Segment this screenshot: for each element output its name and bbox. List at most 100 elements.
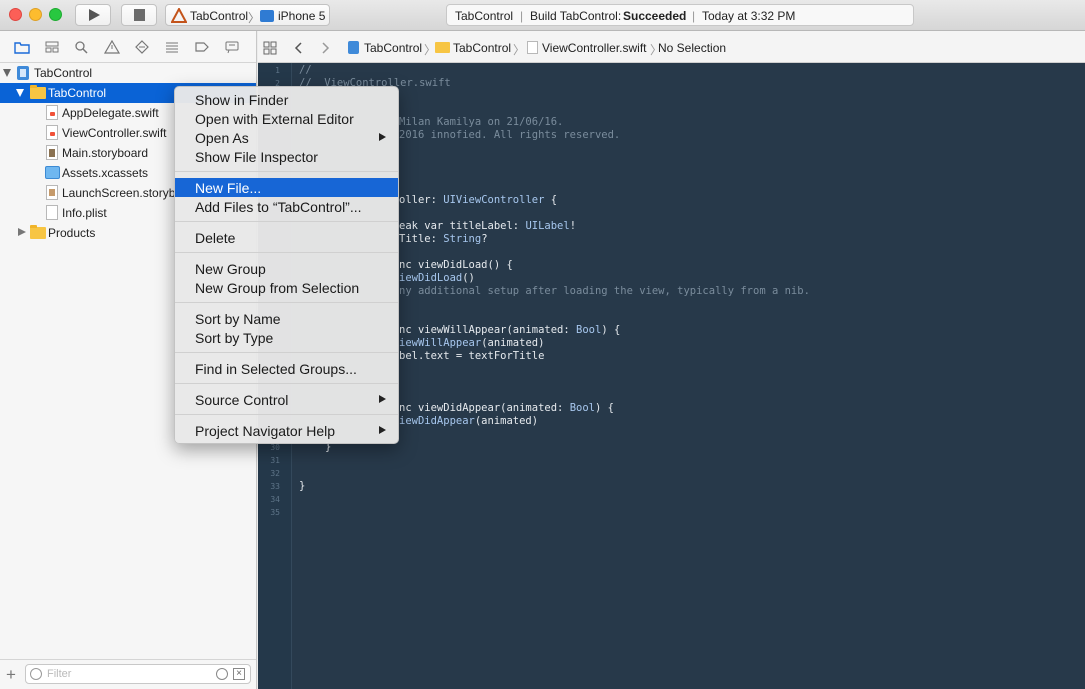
breadcrumb-project[interactable]: TabControl (364, 41, 422, 55)
disclosure-triangle-icon[interactable] (18, 228, 26, 236)
folder-icon (435, 42, 450, 53)
status-project: TabControl (455, 9, 514, 23)
status-build-result: Succeeded (623, 9, 687, 23)
code-line: nc viewWillAppear(animated: Bool) { (399, 324, 620, 336)
code-token-type: UILabel (525, 220, 570, 232)
zoom-window-button[interactable] (49, 8, 62, 21)
menu-item-open-as[interactable]: Open As (175, 128, 398, 147)
device-name: iPhone 5 (278, 9, 326, 23)
xcode-project-icon (17, 66, 29, 80)
menu-item-open-with-external-editor[interactable]: Open with External Editor (175, 109, 398, 128)
issue-navigator-icon[interactable] (104, 40, 120, 54)
plist-file-icon (46, 205, 58, 220)
code-line: nc viewDidAppear(animated: Bool) { (399, 402, 614, 414)
menu-item-new-group-from-selection[interactable]: New Group from Selection (175, 278, 398, 297)
debug-navigator-icon[interactable] (164, 40, 180, 54)
navigator-filter-bar: + Filter × (0, 659, 256, 689)
symbol-navigator-icon[interactable] (44, 40, 60, 54)
device-icon (260, 10, 274, 22)
products-label: Products (48, 226, 96, 240)
code-line: ny additional setup after loading the vi… (399, 285, 810, 297)
status-time: Today at 3:32 PM (702, 9, 796, 23)
swift-file-icon (46, 105, 58, 120)
source-control-filter-icon[interactable]: × (233, 668, 245, 680)
search-icon[interactable] (74, 40, 90, 54)
code-line: Milan Kamilya on 21/06/16. (399, 116, 564, 128)
line-number: 1 (275, 66, 280, 75)
breadcrumb-group[interactable]: TabControl (453, 41, 511, 55)
add-icon[interactable]: + (6, 665, 16, 685)
menu-item-label: New Group from Selection (195, 280, 360, 296)
menu-separator (175, 171, 398, 172)
scheme-name: TabControl (190, 9, 249, 23)
disclosure-triangle-icon[interactable] (3, 69, 11, 77)
menu-item-label: Sort by Name (195, 311, 281, 327)
code-token: ) { (601, 324, 621, 336)
menu-item-label: Add Files to “TabControl”... (195, 199, 362, 215)
storyboard-file-icon (46, 185, 58, 200)
stop-button[interactable] (121, 4, 157, 26)
menu-separator (175, 252, 398, 253)
close-window-button[interactable] (9, 8, 22, 21)
jump-bar: TabControl 〉 TabControl 〉 ViewController… (258, 31, 1085, 63)
submenu-arrow-icon (379, 426, 386, 434)
run-button[interactable] (75, 4, 111, 26)
menu-item-source-control[interactable]: Source Control (175, 390, 398, 409)
line-number: 33 (270, 482, 280, 491)
filter-icon (30, 668, 42, 680)
code-token-type: String (443, 233, 482, 245)
menu-item-label: New File... (195, 180, 262, 196)
breakpoint-navigator-icon[interactable] (194, 40, 210, 54)
submenu-arrow-icon (379, 133, 386, 141)
menu-item-add-files[interactable]: Add Files to “TabControl”... (175, 197, 398, 216)
asset-catalog-icon (45, 166, 60, 179)
file-label: LaunchScreen.storyb (62, 186, 176, 200)
minimize-window-button[interactable] (29, 8, 42, 21)
line-number: 31 (270, 456, 280, 465)
menu-separator (175, 414, 398, 415)
menu-item-delete[interactable]: Delete (175, 228, 398, 247)
menu-item-sort-by-name[interactable]: Sort by Name (175, 309, 398, 328)
code-token-type: Bool (576, 324, 602, 336)
code-token-type: iewWillAppear (399, 337, 482, 349)
code-token: Title: (399, 233, 444, 245)
breadcrumb-selection[interactable]: No Selection (658, 41, 726, 55)
menu-item-find-in-selected-groups[interactable]: Find in Selected Groups... (175, 359, 398, 378)
menu-separator (175, 383, 398, 384)
recent-files-icon[interactable] (216, 668, 228, 680)
disclosure-triangle-icon[interactable] (16, 89, 24, 97)
code-token-type: Bool (569, 402, 595, 414)
code-line: iewDidAppear(animated) (399, 415, 538, 427)
xcode-project-icon (348, 41, 359, 54)
code-token: (animated) (481, 337, 545, 349)
menu-item-show-in-finder[interactable]: Show in Finder (175, 90, 398, 109)
menu-item-show-file-inspector[interactable]: Show File Inspector (175, 147, 398, 166)
activity-status: TabControl | Build TabControl: Succeeded… (446, 4, 914, 26)
tree-row-project[interactable]: TabControl (0, 63, 256, 83)
code-line: iewWillAppear(animated) (399, 337, 544, 349)
code-token: eak var titleLabel: (399, 220, 526, 232)
forward-arrow-icon[interactable] (320, 41, 330, 55)
report-navigator-icon[interactable] (224, 40, 240, 54)
related-items-icon[interactable] (263, 41, 277, 55)
navigator-tabs (0, 31, 256, 63)
menu-item-label: Show File Inspector (195, 149, 318, 165)
menu-item-label: Delete (195, 230, 236, 246)
back-arrow-icon[interactable] (294, 41, 304, 55)
menu-separator (175, 221, 398, 222)
context-menu: Show in Finder Open with External Editor… (174, 86, 399, 444)
menu-item-sort-by-type[interactable]: Sort by Type (175, 328, 398, 347)
project-navigator-icon[interactable] (14, 40, 30, 54)
folder-icon (30, 85, 46, 99)
status-build-label: Build TabControl: (530, 9, 622, 23)
filter-field[interactable]: Filter × (25, 664, 251, 684)
test-navigator-icon[interactable] (134, 40, 150, 54)
breadcrumb-file[interactable]: ViewController.swift (542, 41, 646, 55)
menu-item-new-file[interactable]: New File... (175, 178, 398, 197)
menu-item-new-group[interactable]: New Group (175, 259, 398, 278)
code-token: oller: (399, 194, 444, 206)
scheme-selector[interactable]: TabControl 〉 iPhone 5 (165, 4, 330, 26)
menu-item-project-navigator-help[interactable]: Project Navigator Help (175, 421, 398, 440)
file-label: Info.plist (62, 206, 107, 220)
menu-item-label: Source Control (195, 392, 289, 408)
